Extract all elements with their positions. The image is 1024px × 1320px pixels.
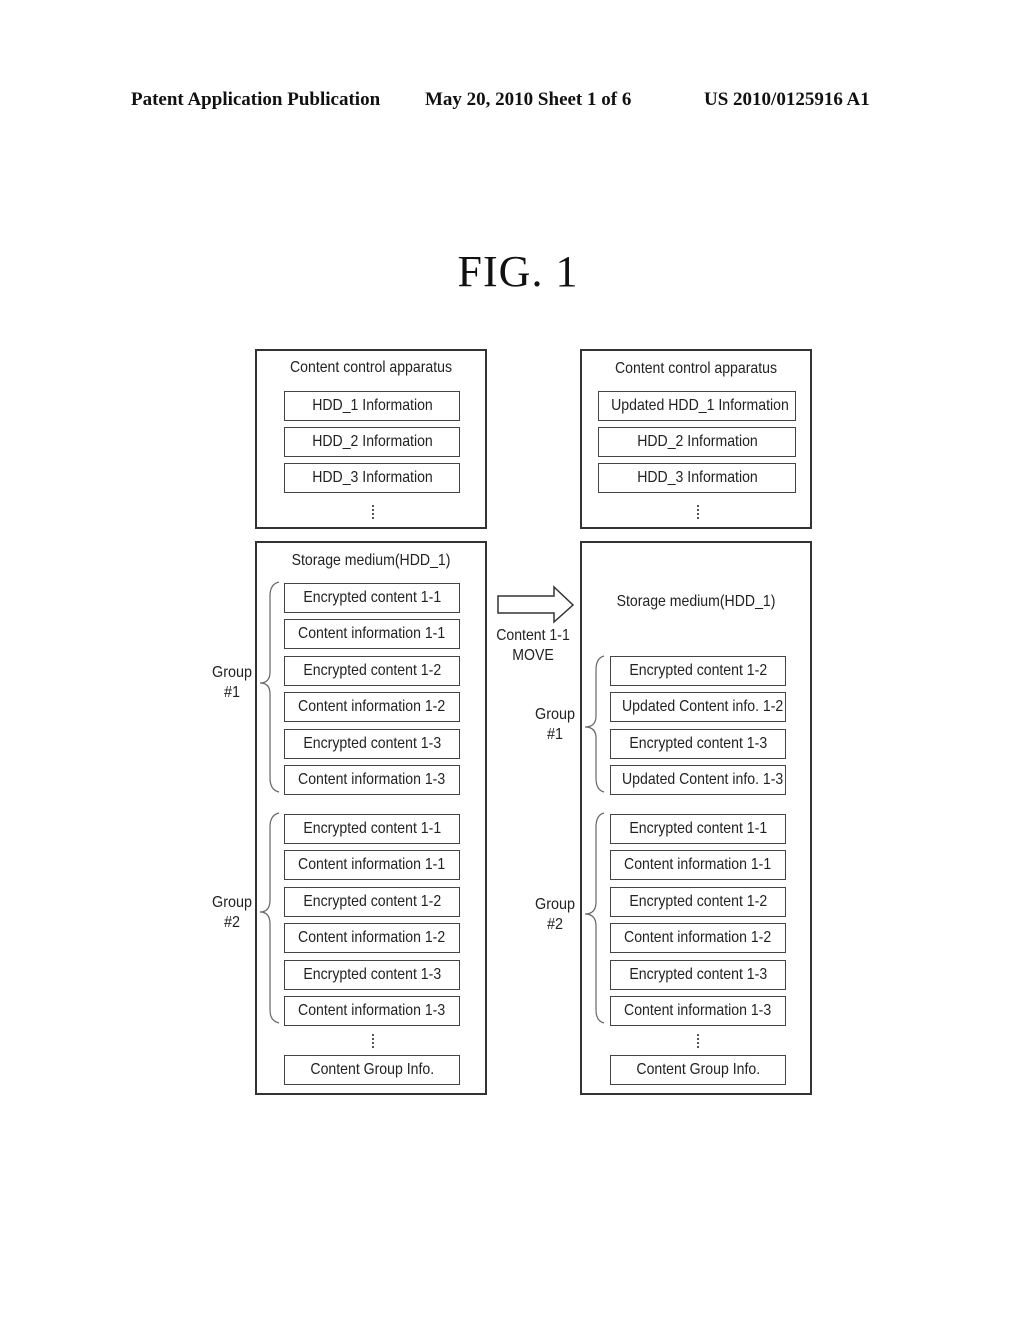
after-group2-brace — [584, 812, 605, 1024]
after-group1-brace — [584, 655, 605, 793]
diagram-overlay — [259, 581, 605, 1024]
before-group2-brace — [259, 812, 280, 1024]
before-group1-brace — [259, 581, 280, 793]
move-arrow-icon — [497, 585, 575, 624]
